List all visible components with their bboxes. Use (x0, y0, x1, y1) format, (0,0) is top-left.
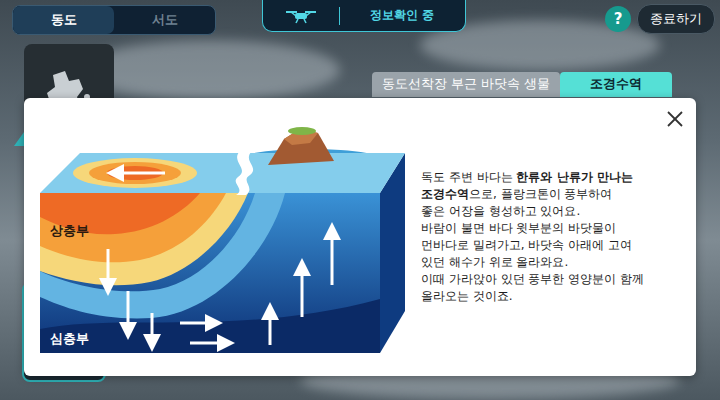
status-label: 정보확인 중 (340, 7, 465, 24)
text-segment: 으로, 플랑크톤이 풍부하여 (469, 187, 612, 201)
app-screen: {"location_tabs": [{"label": "동도", "sele… (0, 0, 720, 400)
info-tab[interactable]: 조경수역 (560, 72, 672, 97)
layer-label: 심층부 (50, 331, 89, 346)
description-line: 좋은 어장을 형성하고 있어요. (421, 203, 684, 220)
info-tab[interactable]: 동도선착장 부근 바닷속 생물 (372, 72, 560, 97)
close-icon (664, 108, 686, 130)
location-tab[interactable]: 서도 (114, 6, 215, 34)
text-segment: 좋은 어장을 형성하고 있어요. (421, 204, 580, 218)
text-segment: 이때 가라앉아 있던 풍부한 영양분이 함께 (421, 272, 644, 286)
text-segment: 독도 주변 바다는 (421, 170, 516, 184)
close-button[interactable] (664, 108, 686, 130)
text-segment: 있던 해수가 위로 올라와요. (421, 255, 568, 269)
location-tabs: 동도서도 (12, 5, 216, 35)
text-segment: 한류와 난류가 만나는 (516, 170, 632, 184)
status-widget: 정보확인 중 (262, 0, 466, 32)
description-line: 올라오는 것이죠. (421, 288, 684, 305)
description-line: 독도 주변 바다는 한류와 난류가 만나는 (421, 169, 684, 186)
text-segment: 먼바다로 밀려가고, 바닷속 아래에 고여 (421, 238, 632, 252)
drone-icon-wrap (263, 8, 339, 24)
layer-label: 상층부 (50, 223, 89, 238)
description-line: 이때 가라앉아 있던 풍부한 영양분이 함께 (421, 271, 684, 288)
info-tabs: 동도선착장 부근 바닷속 생물조경수역 (372, 72, 672, 97)
description-line: 바람이 불면 바다 윗부분의 바닷물이 (421, 220, 684, 237)
cloud (80, 40, 340, 100)
divider (339, 7, 340, 25)
top-tools: ?종료하기 (605, 4, 715, 34)
text-segment: 올라오는 것이죠. (421, 289, 513, 303)
location-tab[interactable]: 동도 (13, 6, 114, 34)
text-segment: 바람이 불면 바다 윗부분의 바닷물이 (421, 221, 616, 235)
text-segment: 조경수역 (421, 187, 469, 201)
description-line: 있던 해수가 위로 올라와요. (421, 254, 684, 271)
description: 독도 주변 바다는 한류와 난류가 만나는조경수역으로, 플랑크톤이 풍부하여좋… (421, 169, 684, 305)
info-modal: 상층부심층부독도 주변 바다는 한류와 난류가 만나는조경수역으로, 플랑크톤이… (24, 98, 696, 376)
exit-button[interactable]: 종료하기 (637, 4, 715, 34)
drone-icon (284, 8, 318, 24)
help-button[interactable]: ? (605, 6, 631, 32)
description-line: 먼바다로 밀려가고, 바닷속 아래에 고여 (421, 237, 684, 254)
description-line: 조경수역으로, 플랑크톤이 풍부하여 (421, 186, 684, 203)
upwelling-diagram: 상층부심층부 (40, 121, 405, 353)
top-bar: 동도서도정보확인 중?종료하기 (0, 0, 720, 36)
